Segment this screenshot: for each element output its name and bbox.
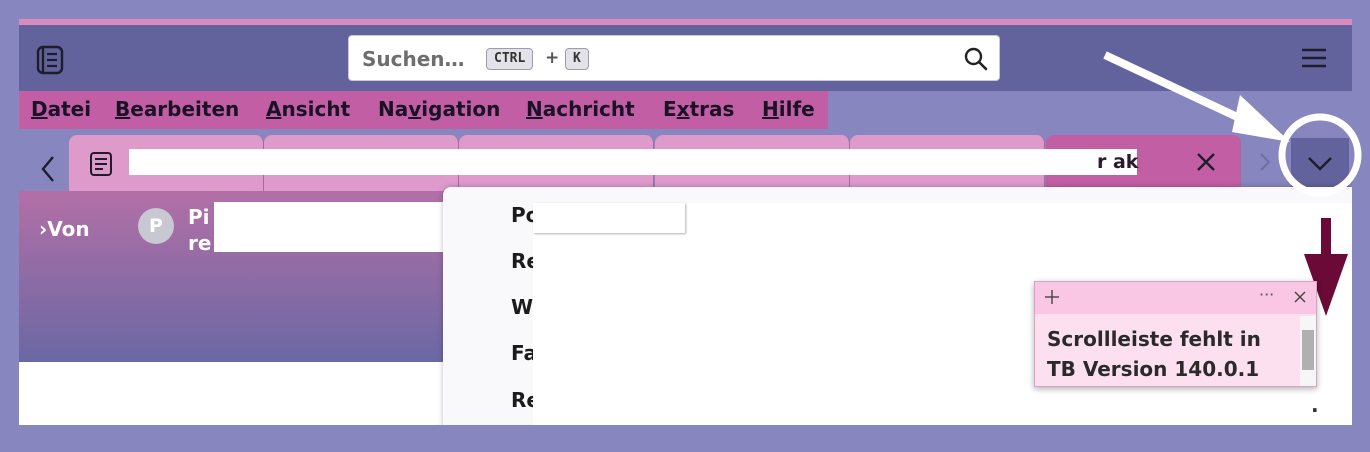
menubar: Datei Bearbeiten Ansicht Navigation Nach… [19,91,828,129]
tab-title: r ak [1097,151,1139,173]
dropdown-trailing-dot: . [1311,393,1319,417]
menu-navigation[interactable]: Navigation [378,97,500,121]
redacted-item-first [533,203,685,233]
search-input[interactable]: Suchen… CTRL + K [348,35,1000,81]
sticky-note: ··· Scrollleiste fehlt in TB Version 140… [1034,281,1317,387]
note-text[interactable]: Scrollleiste fehlt in TB Version 140.0.1 [1047,324,1292,384]
close-icon[interactable] [1293,290,1307,304]
more-options-icon[interactable]: ··· [1259,285,1274,304]
address-book-icon[interactable] [33,43,67,77]
from-toggle[interactable]: ›Von [39,217,90,241]
note-scrollbar[interactable] [1300,316,1316,386]
menu-bearbeiten[interactable]: Bearbeiten [115,97,239,121]
menu-ansicht[interactable]: Ansicht [266,97,350,121]
plus-icon[interactable] [1043,288,1061,306]
shortcut-key-k: K [565,48,589,70]
scrollbar-thumb[interactable] [1302,330,1314,370]
search-icon[interactable] [963,46,989,72]
shortcut-key-ctrl: CTRL [486,48,534,70]
tab-scroll-left-icon[interactable] [23,147,71,187]
tab-bar: r ak [19,129,1352,191]
all-tabs-button[interactable] [1291,138,1349,188]
unified-toolbar: Suchen… CTRL + K [19,25,1352,91]
redacted-sender [214,202,456,252]
menu-nachricht[interactable]: Nachricht [526,97,635,121]
sender-name[interactable]: Pi [188,205,210,229]
tab-scroll-right-icon[interactable] [1255,151,1275,173]
note-header: ··· [1035,282,1316,314]
redacted-tab-titles [129,149,1137,175]
avatar: P [138,208,174,244]
chevron-down-icon [1308,157,1332,171]
menu-hilfe[interactable]: Hilfe [762,97,815,121]
search-placeholder: Suchen… [362,47,465,71]
dropdown-item[interactable]: W [511,295,533,319]
shortcut-plus: + [545,48,560,68]
menu-datei[interactable]: Datei [31,97,91,121]
message-icon [90,152,112,176]
close-tab-icon[interactable] [1195,151,1217,173]
sender-address: re [188,231,212,255]
hamburger-menu-icon[interactable] [1299,45,1329,71]
menu-extras[interactable]: Extras [663,97,734,121]
